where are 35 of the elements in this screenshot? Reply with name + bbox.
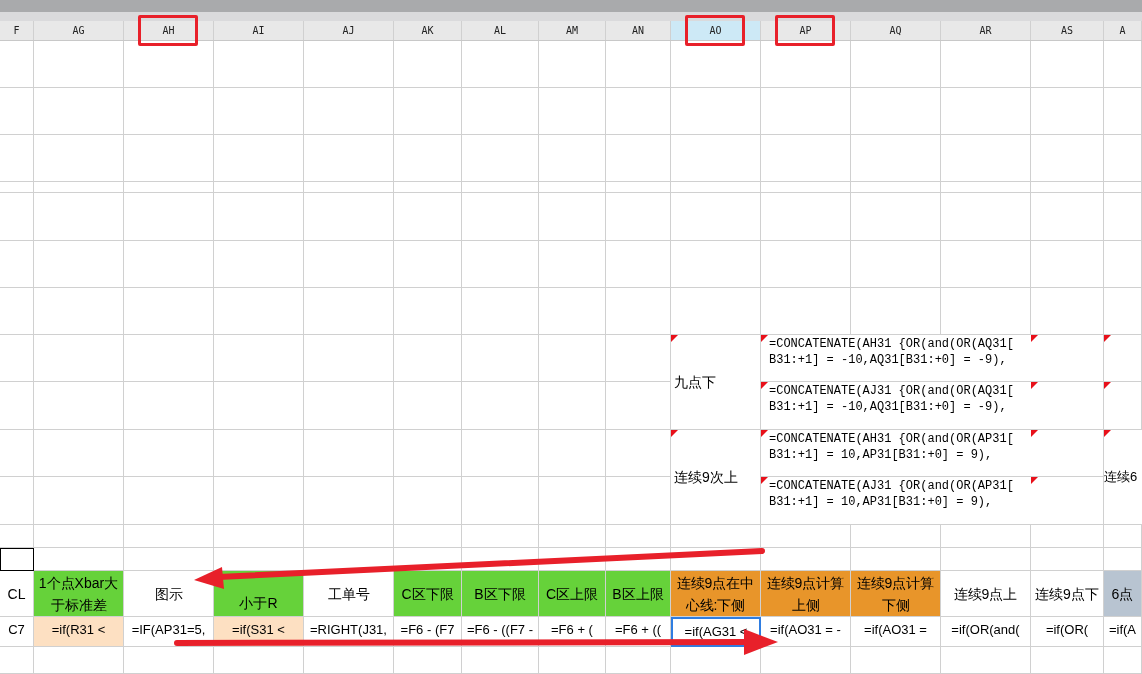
table-cell: 连续6 [1104, 430, 1142, 525]
comment-marker-icon [1031, 335, 1038, 342]
comment-marker-icon [1104, 382, 1111, 389]
formula-cell[interactable]: C7 [0, 617, 34, 647]
column-title-cell: 连续9点上 [941, 571, 1031, 617]
table-cell [0, 548, 34, 571]
formula-cell[interactable]: =if(AO31 = [851, 617, 941, 647]
column-title-cell: 工单号 [304, 571, 394, 617]
table-cell: 九点下 [671, 335, 761, 430]
column-title-cell: B区上限 [606, 571, 671, 617]
column-title-cell: 1个点Xbar大于标准差 [34, 571, 124, 617]
formula-cell[interactable]: =if(OR(and( [941, 617, 1031, 647]
column-title-cell: 连续9点在中心线:下侧 [671, 571, 761, 617]
column-title-cell: CL [0, 571, 34, 617]
formula-text: =CONCATENATE(AJ31 {OR(and(OR(AP31[ B31:+1] = 10,AP31[B31:+0] = 9), [769, 478, 1015, 510]
column-title-cell: 6点 [1104, 571, 1142, 617]
column-title-cell: 连续9点下 [1031, 571, 1104, 617]
formula-cell[interactable]: =if(R31 < [34, 617, 124, 647]
formula-text: =CONCATENATE(AH31 {OR(and(OR(AP31[ B31:+1] = 10,AP31[B31:+0] = 9), [769, 431, 1015, 463]
formula-cell[interactable]: =IF(AP31=5, [124, 617, 214, 647]
column-title-cell: B区下限 [462, 571, 539, 617]
column-title-cell: 连续9点计算上侧 [761, 571, 851, 617]
column-title-cell: 连续9点计算下侧 [851, 571, 941, 617]
formula-text: =CONCATENATE(AJ31 {OR(and(OR(AQ31[ B31:+1] = -10,AQ31[B31:+0] = -9), [769, 383, 1015, 415]
table-cell: 连续9次上 [671, 430, 761, 525]
column-title-cell: C区下限 [394, 571, 462, 617]
comment-marker-icon [1031, 477, 1038, 484]
comment-marker-icon [1104, 335, 1111, 342]
comment-marker-icon [1031, 430, 1038, 437]
formula-cell[interactable]: =if(A [1104, 617, 1142, 647]
column-header[interactable]: AO [671, 21, 761, 40]
formula-text: =CONCATENATE(AH31 {OR(and(OR(AQ31[ B31:+1] = -10,AQ31[B31:+0] = -9), [769, 336, 1015, 368]
formula-cell[interactable]: =if(OR( [1031, 617, 1104, 647]
column-title-cell: C区上限 [539, 571, 606, 617]
comment-marker-icon [1031, 382, 1038, 389]
